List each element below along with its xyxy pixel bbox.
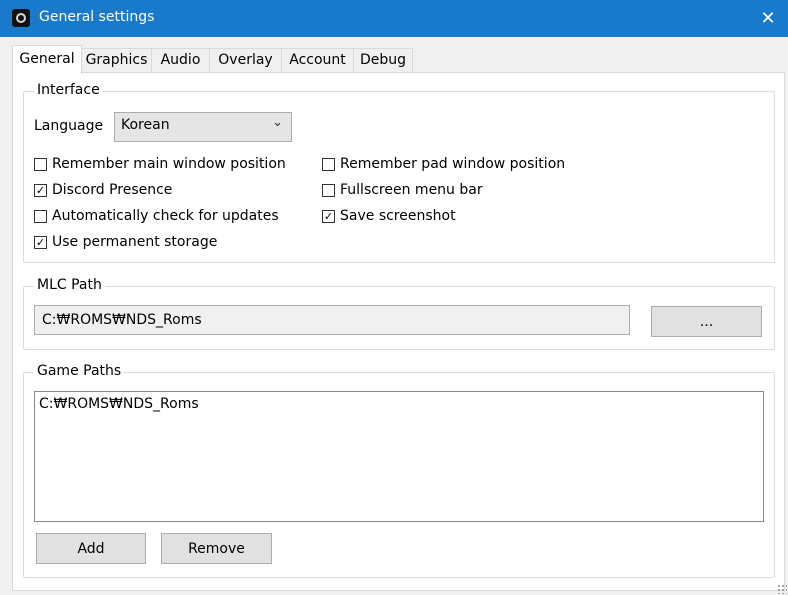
checkbox-label: Discord Presence bbox=[52, 182, 173, 198]
interface-group-label: Interface bbox=[34, 82, 103, 98]
gear-icon bbox=[12, 9, 30, 27]
checkbox-box[interactable] bbox=[322, 183, 335, 197]
checkbox-remember-main-window[interactable]: Remember main window position bbox=[34, 155, 286, 173]
list-item[interactable]: C:₩ROMS₩NDS_Roms bbox=[39, 396, 199, 412]
checkbox-auto-check-updates[interactable]: Automatically check for updates bbox=[34, 207, 279, 225]
checkbox-label: Save screenshot bbox=[340, 208, 456, 224]
checkbox-remember-pad-window[interactable]: Remember pad window position bbox=[322, 155, 565, 173]
game-paths-group-label: Game Paths bbox=[34, 363, 125, 379]
checkbox-label: Use permanent storage bbox=[52, 234, 218, 250]
tab-account[interactable]: Account bbox=[281, 48, 354, 72]
title-bar[interactable]: General settings ✕ bbox=[0, 0, 788, 37]
window-title: General settings bbox=[39, 9, 155, 25]
checkmark-icon[interactable]: ✓ bbox=[34, 183, 47, 197]
checkbox-discord-presence[interactable]: ✓ Discord Presence bbox=[34, 181, 172, 199]
checkbox-label: Fullscreen menu bar bbox=[340, 182, 483, 198]
checkbox-label: Remember pad window position bbox=[340, 156, 566, 172]
checkbox-box[interactable] bbox=[322, 157, 335, 171]
tab-graphics[interactable]: Graphics bbox=[81, 48, 152, 72]
language-label: Language bbox=[34, 118, 104, 134]
mlc-path-group: MLC Path C:₩ROMS₩NDS_Roms ... bbox=[23, 277, 775, 350]
game-paths-group: Game Paths C:₩ROMS₩NDS_Roms Add Remove bbox=[23, 363, 775, 578]
general-tab-panel: Interface Language Korean ⌄ Remember mai… bbox=[12, 72, 785, 591]
checkbox-label: Automatically check for updates bbox=[52, 208, 279, 224]
checkbox-fullscreen-menu-bar[interactable]: Fullscreen menu bar bbox=[322, 181, 483, 199]
browse-mlc-button[interactable]: ... bbox=[651, 306, 762, 337]
checkbox-label: Remember main window position bbox=[52, 156, 286, 172]
chevron-down-icon: ⌄ bbox=[272, 115, 283, 130]
language-value: Korean bbox=[121, 117, 170, 133]
checkbox-box[interactable] bbox=[34, 209, 47, 223]
close-icon[interactable]: ✕ bbox=[748, 0, 788, 37]
mlc-path-field[interactable]: C:₩ROMS₩NDS_Roms bbox=[34, 305, 630, 335]
tab-audio[interactable]: Audio bbox=[151, 48, 210, 72]
tab-general[interactable]: General bbox=[12, 45, 82, 74]
checkbox-box[interactable] bbox=[34, 157, 47, 171]
checkmark-icon[interactable]: ✓ bbox=[34, 235, 47, 249]
language-select[interactable]: Korean ⌄ bbox=[114, 112, 292, 142]
interface-group: Interface Language Korean ⌄ Remember mai… bbox=[23, 82, 775, 263]
mlc-path-value: C:₩ROMS₩NDS_Roms bbox=[42, 312, 202, 328]
checkmark-icon[interactable]: ✓ bbox=[322, 209, 335, 223]
mlc-path-group-label: MLC Path bbox=[34, 277, 105, 293]
tab-debug[interactable]: Debug bbox=[353, 48, 413, 72]
settings-window: General settings ✕ General Graphics Audi… bbox=[0, 0, 788, 595]
add-path-button[interactable]: Add bbox=[36, 533, 146, 564]
game-paths-list[interactable]: C:₩ROMS₩NDS_Roms bbox=[34, 391, 764, 522]
remove-path-button[interactable]: Remove bbox=[161, 533, 272, 564]
resize-grip[interactable] bbox=[777, 584, 787, 594]
checkbox-permanent-storage[interactable]: ✓ Use permanent storage bbox=[34, 233, 217, 251]
checkbox-save-screenshot[interactable]: ✓ Save screenshot bbox=[322, 207, 456, 225]
tab-overlay[interactable]: Overlay bbox=[209, 48, 282, 72]
